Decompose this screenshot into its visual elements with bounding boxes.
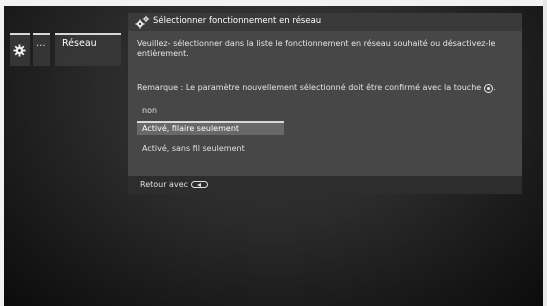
gear-icon (13, 44, 26, 57)
ok-button-icon (484, 83, 494, 93)
breadcrumb-ellipsis[interactable]: ... (33, 33, 50, 66)
back-hint-label: Retour avec (140, 180, 189, 189)
option-wireless-only[interactable]: Activé, sans fil seulement (137, 142, 284, 156)
network-mode-dialog: Sélectionner fonctionnement en réseau Ve… (128, 13, 522, 194)
option-wired-only[interactable]: Activé, filaire seulement (137, 121, 284, 135)
breadcrumb-ellipsis-label: ... (36, 38, 46, 49)
dialog-header: Sélectionner fonctionnement en réseau (128, 13, 522, 31)
breadcrumb-network[interactable]: Réseau (55, 33, 121, 66)
breadcrumb-network-label: Réseau (62, 38, 97, 49)
gear-icon (135, 15, 150, 29)
option-off[interactable]: non (137, 104, 284, 118)
dialog-title: Sélectionner fonctionnement en réseau (153, 16, 322, 26)
dialog-remark-text: Remarque : Le paramètre nouvellement sél… (137, 83, 482, 92)
screen-frame-right (543, 0, 547, 306)
dialog-remark: Remarque : Le paramètre nouvellement sél… (137, 83, 517, 93)
back-button-icon (191, 181, 209, 188)
screen-frame-left (0, 0, 4, 306)
breadcrumb-settings[interactable] (10, 33, 30, 66)
dialog-instructions: Veuillez- sélectionner dans la liste le … (137, 39, 496, 58)
screen-frame-top (0, 0, 547, 6)
dialog-footer: Retour avec (128, 176, 522, 194)
back-hint[interactable]: Retour avec (140, 180, 209, 189)
dialog-remark-end: . (493, 83, 496, 92)
